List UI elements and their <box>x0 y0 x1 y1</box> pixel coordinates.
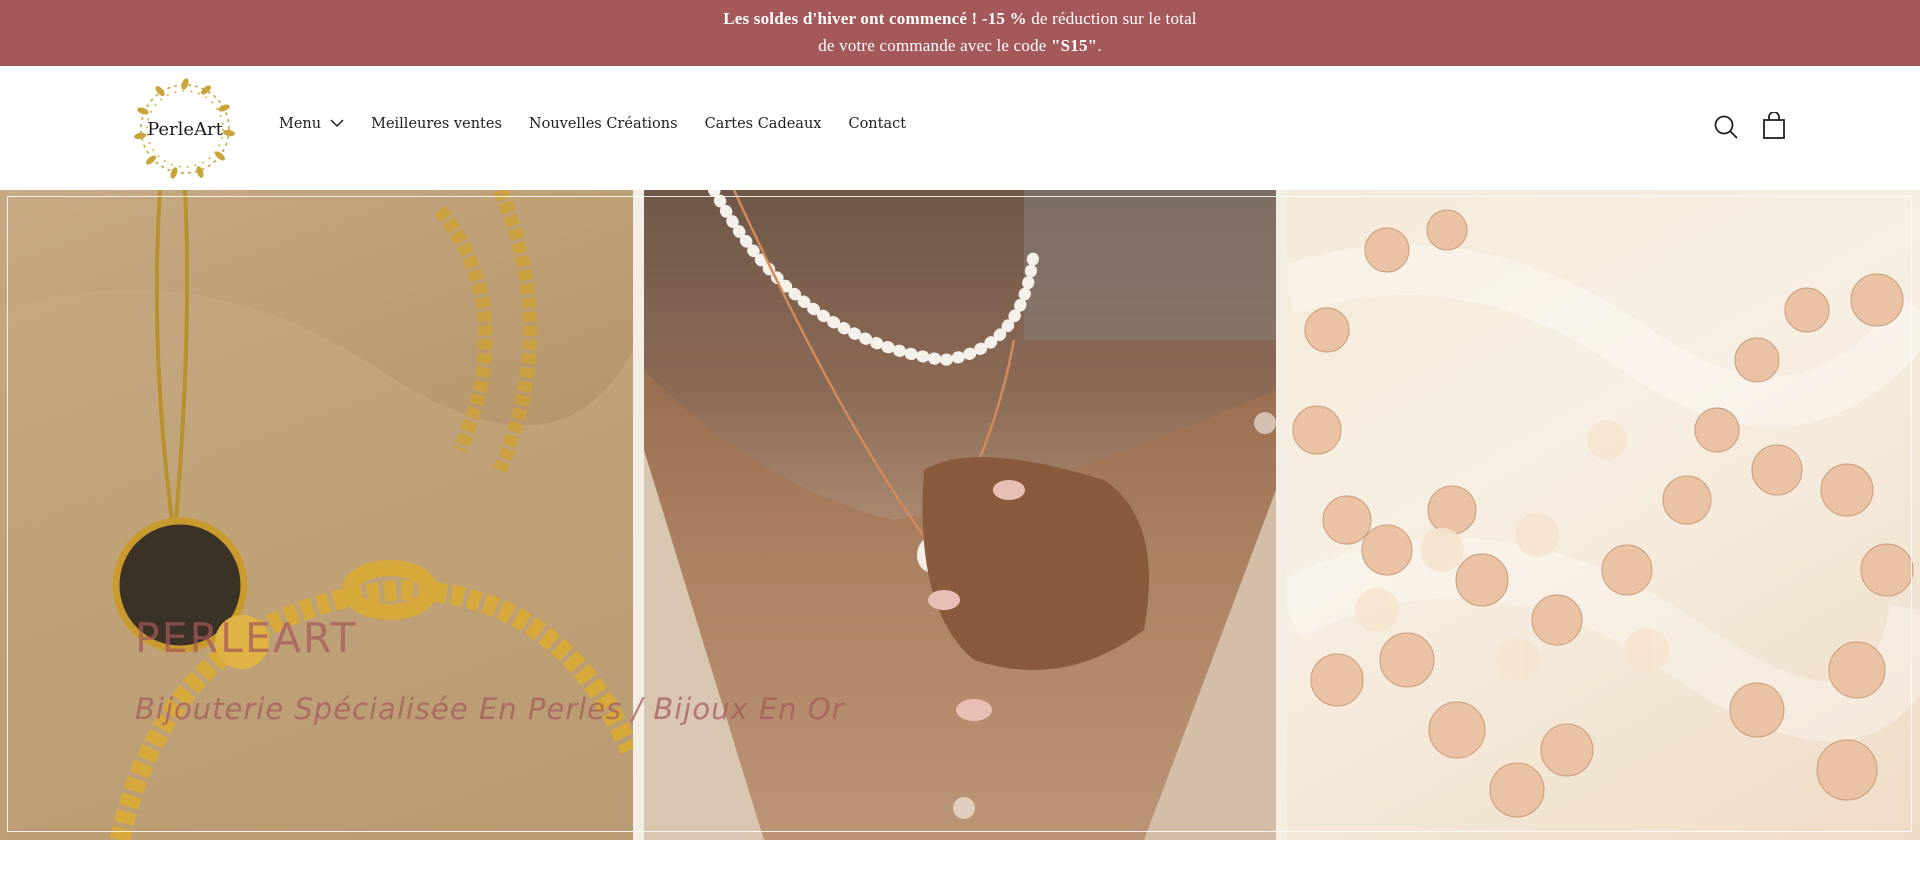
hero-image-gold-jewelry <box>0 190 633 840</box>
nav-item-best-sellers[interactable]: Meilleures ventes <box>371 116 502 132</box>
shopping-bag-icon <box>1763 111 1785 139</box>
logo[interactable]: PerleArt <box>134 78 236 180</box>
nav-item-gift-cards[interactable]: Cartes Cadeaux <box>705 116 822 132</box>
announcement-text-3: . <box>1097 36 1102 55</box>
hero-title: PERLEART <box>135 614 358 662</box>
announcement-text-2: de votre commande avec le code <box>818 36 1051 55</box>
nav-item-label: Cartes Cadeaux <box>704 116 822 132</box>
cart-button[interactable] <box>1762 111 1786 144</box>
carousel-pause-button[interactable] <box>953 797 975 819</box>
nav-item-label: Nouvelles Créations <box>528 116 678 132</box>
hero-image-pearl-necklace <box>1287 190 1920 840</box>
site-header: PerleArt Menu Meilleures ventes Nouvelle… <box>0 66 1920 190</box>
announcement-text-1: de réduction sur le total <box>1026 9 1197 28</box>
nav-item-menu[interactable]: Menu <box>279 116 344 132</box>
announcement-line-2: de votre commande avec le code "S15". <box>0 32 1920 59</box>
announcement-bar: Les soldes d'hiver ont commencé ! -15 % … <box>0 0 1920 66</box>
nav-item-label: Menu <box>279 116 322 132</box>
hero-banner: PERLEART Bijouterie Spécialisée En Perle… <box>0 190 1920 840</box>
hero-subtitle: Bijouterie Spécialisée En Perles / Bijou… <box>135 692 845 726</box>
nav-item-label: Meilleures ventes <box>371 116 502 132</box>
announcement-bold: Les soldes d'hiver ont commencé ! -15 % <box>723 9 1027 28</box>
announcement-line-1: Les soldes d'hiver ont commencé ! -15 % … <box>0 5 1920 32</box>
promo-code: "S15" <box>1050 36 1098 55</box>
chevron-down-icon <box>330 116 344 132</box>
nav-item-contact[interactable]: Contact <box>848 116 906 132</box>
main-nav: Menu Meilleures ventes Nouvelles Créatio… <box>279 116 933 132</box>
nav-item-new-creations[interactable]: Nouvelles Créations <box>529 116 678 132</box>
logo-text: PerleArt <box>147 118 223 140</box>
hero-image-model-necklace <box>644 190 1276 840</box>
carousel-control[interactable] <box>1254 412 1276 434</box>
nav-item-label: Contact <box>848 116 907 132</box>
search-button[interactable] <box>1713 114 1739 144</box>
search-icon <box>1714 115 1738 139</box>
